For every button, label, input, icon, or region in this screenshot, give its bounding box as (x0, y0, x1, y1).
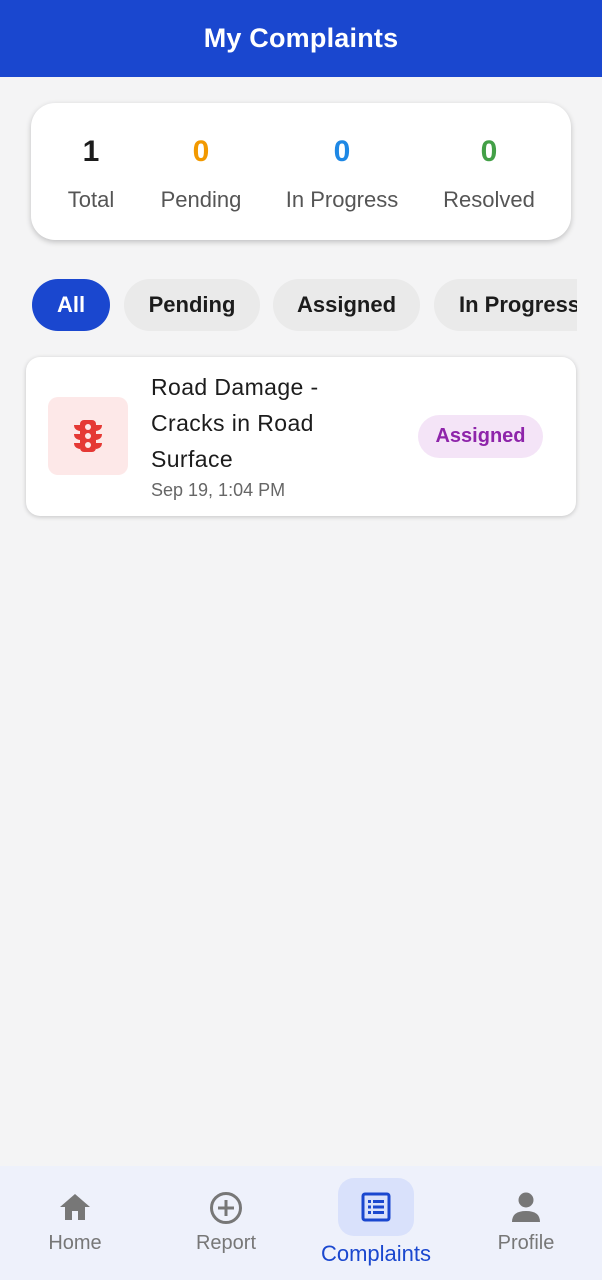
stat-pending-value: 0 (192, 135, 210, 168)
complaint-date: Sep 19, 1:04 PM (151, 480, 286, 500)
nav-item-complaints[interactable]: Complaints (302, 1166, 450, 1280)
status-badge: Assigned (418, 415, 543, 458)
stats-summary-card: 1 Total 0 Pending 0 In Progress 0 Resolv… (31, 103, 571, 240)
traffic-light-icon (48, 397, 128, 475)
stat-total-label: Total (67, 187, 115, 212)
stat-pending-label: Pending (160, 187, 242, 212)
stat-in-progress-label: In Progress (285, 187, 399, 212)
filter-chip-all[interactable]: All (32, 279, 110, 331)
nav-label-profile: Profile (497, 1232, 555, 1254)
stat-in-progress: 0 In Progress (271, 103, 413, 240)
bottom-navigation: Home Report Complaints Profile (0, 1166, 602, 1280)
stat-resolved-label: Resolved (443, 187, 535, 212)
stat-in-progress-value: 0 (333, 135, 351, 168)
nav-label-complaints: Complaints (320, 1241, 432, 1266)
nav-label-report: Report (195, 1232, 257, 1254)
stat-total: 1 Total (31, 103, 151, 240)
person-icon (511, 1191, 541, 1223)
complaint-title: Road Damage - Cracks in Road Surface (151, 374, 319, 472)
stat-resolved-value: 0 (480, 135, 498, 168)
filter-chip-pending[interactable]: Pending (124, 279, 260, 331)
complaint-card[interactable]: Road Damage - Cracks in Road Surface Sep… (26, 357, 576, 516)
stat-total-value: 1 (82, 135, 100, 168)
app-bar: My Complaints (0, 0, 602, 77)
add-circle-icon (209, 1191, 243, 1225)
filter-chips: All Pending Assigned In Progress (32, 279, 577, 331)
nav-item-profile[interactable]: Profile (450, 1166, 602, 1280)
home-icon (58, 1192, 92, 1222)
stat-resolved: 0 Resolved (431, 103, 547, 240)
page-title: My Complaints (203, 23, 399, 53)
list-icon (338, 1178, 414, 1236)
nav-label-home: Home (48, 1232, 102, 1254)
nav-item-home[interactable]: Home (0, 1166, 150, 1280)
filter-chip-assigned[interactable]: Assigned (273, 279, 420, 331)
stat-pending: 0 Pending (145, 103, 257, 240)
filter-chip-in-progress[interactable]: In Progress (434, 279, 577, 331)
nav-item-report[interactable]: Report (150, 1166, 302, 1280)
